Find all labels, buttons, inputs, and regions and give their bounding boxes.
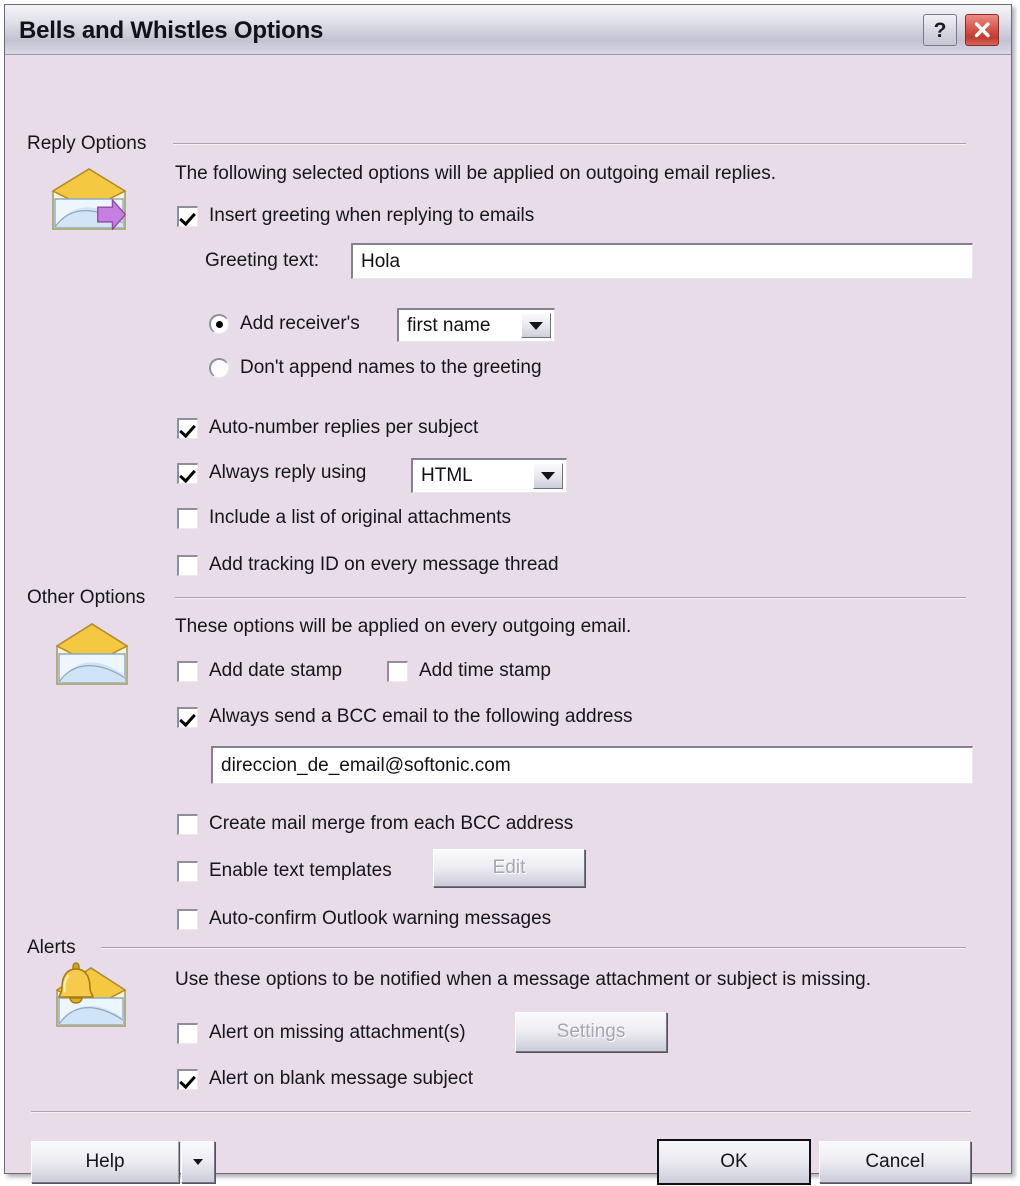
dont-append-radio-row[interactable]: Don't append names to the greeting <box>209 357 542 379</box>
chevron-down-icon[interactable] <box>533 463 563 489</box>
include-attachments-label: Include a list of original attachments <box>209 507 512 528</box>
text-templates-label: Enable text templates <box>209 860 392 881</box>
greeting-text-input[interactable]: Hola <box>351 243 973 279</box>
time-stamp-checkbox-row[interactable]: Add time stamp <box>387 660 551 682</box>
footer-divider <box>31 1111 971 1113</box>
include-attachments-checkbox[interactable] <box>177 507 198 529</box>
help-footer-button[interactable]: Help <box>31 1141 179 1183</box>
date-stamp-label: Add date stamp <box>209 660 343 681</box>
dont-append-label: Don't append names to the greeting <box>240 357 542 378</box>
question-mark-icon: ? <box>933 18 947 42</box>
mail-merge-checkbox[interactable] <box>177 813 198 835</box>
auto-confirm-checkbox-row[interactable]: Auto-confirm Outlook warning messages <box>177 908 551 930</box>
reply-options-divider <box>173 143 966 145</box>
reply-options-caption: Reply Options <box>27 133 147 154</box>
auto-confirm-checkbox[interactable] <box>177 908 198 930</box>
mail-merge-checkbox-row[interactable]: Create mail merge from each BCC address <box>177 813 573 835</box>
include-attachments-checkbox-row[interactable]: Include a list of original attachments <box>177 507 511 529</box>
reply-options-intro: The following selected options will be a… <box>175 163 776 184</box>
blank-subject-checkbox[interactable] <box>177 1068 198 1090</box>
mail-merge-label: Create mail merge from each BCC address <box>209 813 574 834</box>
text-templates-checkbox[interactable] <box>177 860 198 882</box>
tracking-id-label: Add tracking ID on every message thread <box>209 554 559 575</box>
bcc-checkbox-row[interactable]: Always send a BCC email to the following… <box>177 706 632 728</box>
always-reply-using-label: Always reply using <box>209 462 367 483</box>
auto-confirm-label: Auto-confirm Outlook warning messages <box>209 908 552 929</box>
always-reply-using-checkbox[interactable] <box>177 462 198 484</box>
blank-subject-label: Alert on blank message subject <box>209 1068 474 1089</box>
tracking-id-checkbox[interactable] <box>177 554 198 576</box>
receiver-name-combo[interactable]: first name <box>397 308 555 342</box>
time-stamp-label: Add time stamp <box>419 660 551 681</box>
add-receiver-radio[interactable] <box>209 314 229 334</box>
time-stamp-checkbox[interactable] <box>387 660 408 682</box>
alerts-divider <box>101 947 966 949</box>
other-options-divider <box>175 597 966 599</box>
reply-format-combo[interactable]: HTML <box>411 458 567 493</box>
help-footer-label: Help <box>85 1151 125 1172</box>
other-options-caption: Other Options <box>27 587 146 608</box>
insert-greeting-checkbox[interactable] <box>177 205 198 227</box>
cancel-button-label: Cancel <box>865 1151 925 1172</box>
auto-number-label: Auto-number replies per subject <box>209 417 479 438</box>
blank-subject-checkbox-row[interactable]: Alert on blank message subject <box>177 1068 473 1090</box>
greeting-text-label: Greeting text: <box>205 250 320 271</box>
greeting-text-value: Hola <box>361 250 401 272</box>
bcc-address-value: direccion_de_email@softonic.com <box>221 754 511 776</box>
bcc-address-input[interactable]: direccion_de_email@softonic.com <box>211 746 973 784</box>
missing-attachment-checkbox[interactable] <box>177 1022 198 1044</box>
always-reply-using-checkbox-row[interactable]: Always reply using <box>177 462 366 484</box>
dialog-body: Reply Options The following selected opt… <box>5 55 1011 1185</box>
help-button[interactable]: ? <box>923 14 957 46</box>
date-stamp-checkbox-row[interactable]: Add date stamp <box>177 660 342 682</box>
edit-button-label: Edit <box>492 857 526 878</box>
insert-greeting-checkbox-row[interactable]: Insert greeting when replying to emails <box>177 205 534 227</box>
insert-greeting-label: Insert greeting when replying to emails <box>209 205 535 226</box>
add-receiver-radio-row[interactable]: Add receiver's <box>209 313 360 335</box>
missing-attachment-label: Alert on missing attachment(s) <box>209 1022 466 1043</box>
close-icon <box>974 22 990 38</box>
title-bar: Bells and Whistles Options ? <box>5 5 1011 55</box>
receiver-name-value: first name <box>407 314 491 336</box>
help-dropdown-button[interactable] <box>181 1141 215 1183</box>
ok-button[interactable]: OK <box>657 1139 811 1185</box>
envelope-icon <box>51 618 133 698</box>
auto-number-checkbox[interactable] <box>177 417 198 439</box>
cancel-button[interactable]: Cancel <box>819 1141 971 1183</box>
date-stamp-checkbox[interactable] <box>177 660 198 682</box>
reply-format-value: HTML <box>421 465 473 486</box>
add-receiver-label: Add receiver's <box>240 313 360 334</box>
bcc-label: Always send a BCC email to the following… <box>209 706 633 727</box>
text-templates-checkbox-row[interactable]: Enable text templates <box>177 860 392 882</box>
window-title: Bells and Whistles Options <box>19 17 324 44</box>
close-button[interactable] <box>965 14 999 46</box>
edit-button[interactable]: Edit <box>433 849 585 887</box>
alerts-caption: Alerts <box>27 937 76 958</box>
envelope-reply-icon <box>45 163 137 245</box>
ok-button-label: OK <box>720 1151 748 1172</box>
alerts-intro: Use these options to be notified when a … <box>175 969 871 990</box>
other-options-intro: These options will be applied on every o… <box>175 616 632 637</box>
settings-button-label: Settings <box>556 1021 626 1042</box>
dont-append-radio[interactable] <box>209 358 229 378</box>
chevron-down-icon[interactable] <box>521 313 551 338</box>
settings-button[interactable]: Settings <box>515 1012 667 1052</box>
options-dialog: Bells and Whistles Options ? Reply Optio… <box>4 4 1012 1185</box>
missing-attachment-checkbox-row[interactable]: Alert on missing attachment(s) <box>177 1022 466 1044</box>
bcc-checkbox[interactable] <box>177 706 198 728</box>
envelope-bell-icon <box>47 958 133 1040</box>
chevron-down-icon <box>193 1159 203 1165</box>
auto-number-checkbox-row[interactable]: Auto-number replies per subject <box>177 417 478 439</box>
tracking-id-checkbox-row[interactable]: Add tracking ID on every message thread <box>177 554 559 576</box>
